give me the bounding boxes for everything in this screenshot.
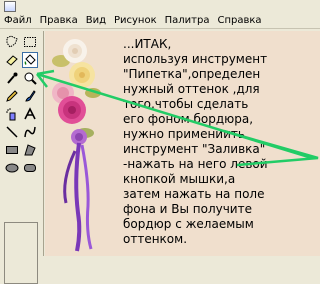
menu-image[interactable]: Рисунок [110,13,161,28]
rect-select-icon [24,37,36,47]
menu-help[interactable]: Справка [213,13,265,28]
instruction-line: нужно примениить [123,127,245,141]
instruction-line: затем нажать на поле [123,187,265,201]
ellipse-icon [5,163,19,173]
fill-bucket-icon [24,54,36,65]
rose-decoration-image [52,39,101,252]
instruction-line: -нажать на него левой [123,157,268,171]
instruction-line: того,чтобы сделать [123,97,249,111]
menu-colors[interactable]: Палитра [161,13,214,28]
leaf [85,88,101,98]
magnifier-icon [24,72,37,85]
instruction-line: кнопкой мышки,а [123,172,236,186]
tool-eyedropper[interactable] [4,70,20,86]
tool-polygon[interactable] [22,142,38,158]
tool-rectangle[interactable] [4,142,20,158]
polygon-icon [24,144,36,156]
tool-magnifier[interactable] [22,70,38,86]
app-icon[interactable] [4,1,16,12]
instruction-line: его фоном бордюра, [123,112,254,126]
menu-file[interactable]: Файл [0,13,36,28]
instruction-line: используя инструмент [123,52,268,66]
curve-icon [24,126,36,138]
line-icon [6,126,18,138]
tool-options-panel[interactable] [4,222,38,284]
airbrush-icon [6,108,16,121]
tool-rect-select[interactable] [22,34,38,50]
instruction-line: инструмент "Заливка" [123,142,266,156]
instruction-text: ...ИТАК, используя инструмент "Пипетка",… [123,37,320,247]
instruction-line: фона и Вы получите [123,202,252,216]
drawing-canvas[interactable]: ...ИТАК, используя инструмент "Пипетка",… [45,31,320,256]
ribbon [74,142,82,252]
eyedropper-icon [7,72,18,84]
tool-pencil[interactable] [4,88,20,104]
text-icon [24,107,36,120]
brush-icon [25,90,36,102]
tool-rounded-rect[interactable] [22,160,38,176]
free-select-icon [6,35,18,48]
instruction-line: бордюр с желаемым [123,217,254,231]
tool-brush[interactable] [22,88,38,104]
menu-list: Файл Правка Вид Рисунок Палитра Справка [0,13,266,28]
paint-window: Файл Правка Вид Рисунок Палитра Справка [0,0,320,284]
instruction-line: ...ИТАК, [123,37,172,51]
tool-free-select[interactable] [4,34,20,50]
pencil-icon [6,90,18,102]
rounded-rect-icon [24,164,36,172]
tool-text[interactable] [22,106,38,122]
eraser-icon [6,55,18,66]
instruction-line: нужный оттенок ,для [123,82,260,96]
tool-eraser[interactable] [4,52,20,68]
instruction-line: оттенком. [123,232,188,246]
tool-fill-bucket[interactable] [22,52,38,68]
tool-airbrush[interactable] [4,106,20,122]
instruction-line: "Пипетка",определен [123,67,261,81]
tool-ellipse[interactable] [4,160,20,176]
menu-view[interactable]: Вид [82,13,110,28]
menu-edit[interactable]: Правка [36,13,82,28]
rectangle-icon [6,146,18,154]
tool-curve[interactable] [22,124,38,140]
tool-line[interactable] [4,124,20,140]
toolbox [0,31,44,284]
menu-bar: Файл Правка Вид Рисунок Палитра Справка [0,0,320,29]
